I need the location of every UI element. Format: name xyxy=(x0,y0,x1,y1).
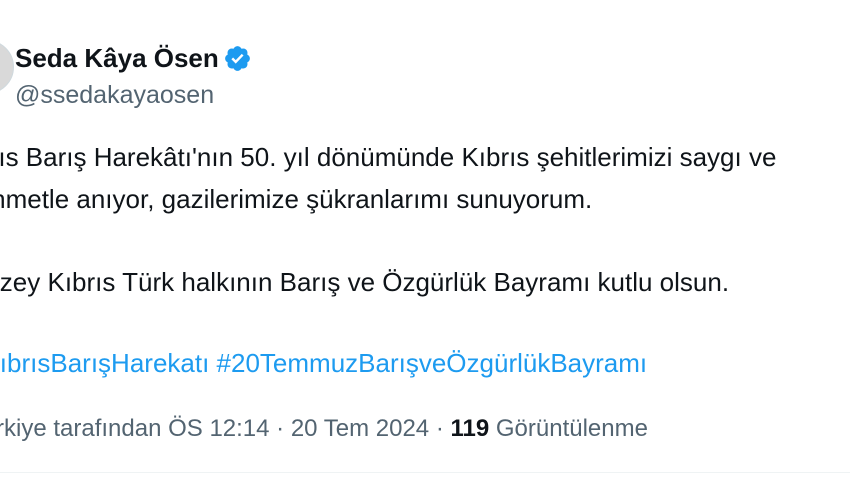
views-label: Görüntülenme xyxy=(489,415,648,442)
tweet-text-line-2: rahmetle anıyor, gazilerimize şükranları… xyxy=(0,184,593,214)
tweet-card: Seda Kâya Ösen @ssedakayaosen ıbrıs Barı… xyxy=(0,0,850,478)
avatar[interactable] xyxy=(0,40,14,94)
author-handle[interactable]: @ssedakayaosen xyxy=(15,80,214,110)
author-name[interactable]: Seda Kâya Ösen xyxy=(15,41,219,75)
tweet-text-line-3: Kuzey Kıbrıs Türk halkının Barış ve Özgü… xyxy=(0,267,730,297)
divider xyxy=(0,472,850,473)
verified-badge-icon xyxy=(225,46,250,71)
tweet-meta: Türkiye tarafından ÖS 12:14 · 20 Tem 202… xyxy=(0,413,648,445)
views-count: 119 xyxy=(450,415,490,442)
hashtag-link-20-temmuz[interactable]: #20TemmuzBarışveÖzgürlükBayramı xyxy=(217,348,648,378)
hashtag-link-kibris-baris-harekati[interactable]: #KıbrısBarışHarekatı xyxy=(0,348,209,378)
tweet-timestamp[interactable]: Türkiye tarafından ÖS 12:14 · 20 Tem 202… xyxy=(0,415,450,442)
tweet-text-line-1: ıbrıs Barış Harekâtı'nın 50. yıl dönümün… xyxy=(0,142,777,172)
hashtag-line: #KıbrısBarışHarekatı #20TemmuzBarışveÖzg… xyxy=(0,346,647,380)
